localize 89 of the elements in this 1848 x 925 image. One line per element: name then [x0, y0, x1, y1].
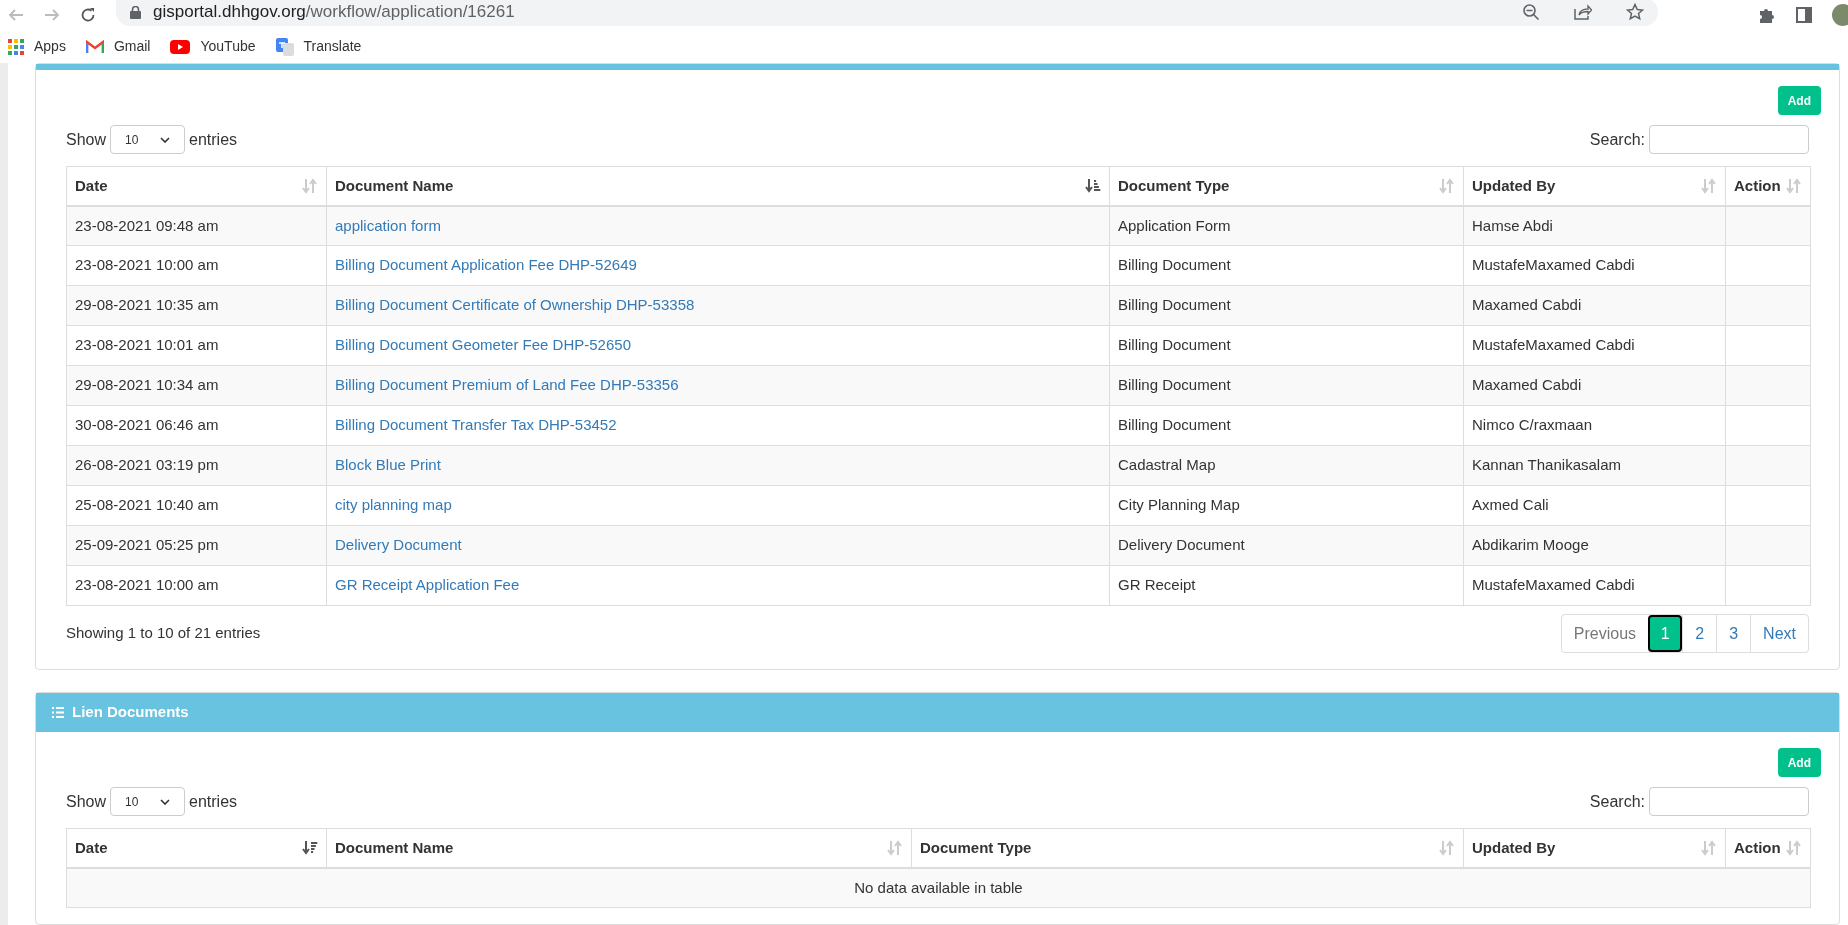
column-header[interactable]: Date: [66, 166, 327, 206]
table-cell: Abdikarim Mooge: [1463, 525, 1726, 566]
document-link[interactable]: GR Receipt Application Fee: [335, 576, 520, 594]
mail-icon: [85, 39, 104, 54]
document-link[interactable]: Billing Document Transfer Tax DHP-53452: [335, 416, 617, 434]
table-cell: MustafeMaxamed Cabdi: [1463, 325, 1726, 366]
share-icon[interactable]: [1574, 4, 1592, 21]
table-info: Showing 1 to 10 of 21 entries: [66, 623, 261, 644]
column-header[interactable]: Action: [1725, 828, 1811, 868]
column-header[interactable]: Document Name: [326, 166, 1110, 206]
reload-icon[interactable]: [80, 7, 96, 24]
column-header[interactable]: Updated By: [1463, 828, 1726, 868]
list-icon: [52, 707, 64, 718]
page-button[interactable]: 2: [1682, 615, 1717, 652]
table-cell: City Planning Map: [1109, 485, 1464, 526]
column-header[interactable]: Document Name: [326, 828, 912, 868]
show-label: Show: [66, 129, 107, 150]
document-link[interactable]: application form: [335, 216, 441, 234]
bookmark-item[interactable]: Gmail: [85, 36, 151, 58]
table-cell: Cadastral Map: [1109, 445, 1464, 486]
table-cell: Billing Document: [1109, 325, 1464, 366]
table-cell: Maxamed Cabdi: [1463, 365, 1726, 406]
entries-select[interactable]: 10: [110, 787, 186, 816]
table-cell: MustafeMaxamed Cabdi: [1463, 565, 1726, 606]
table-cell: MustafeMaxamed Cabdi: [1463, 245, 1726, 286]
table-cell: 23-08-2021 09:48 am: [66, 205, 327, 246]
table-cell: 29-08-2021 10:35 am: [66, 285, 327, 326]
bookmark-item[interactable]: YouTube: [170, 36, 256, 58]
sort-icon[interactable]: [302, 839, 318, 856]
table-cell: Nimco C/raxmaan: [1463, 405, 1726, 446]
document-link[interactable]: Delivery Document: [335, 536, 462, 554]
table-cell: 23-08-2021 10:00 am: [66, 245, 327, 286]
lock-icon: [130, 5, 141, 19]
entries-select[interactable]: 10: [110, 125, 186, 154]
bookmark-item[interactable]: Translate: [275, 36, 362, 58]
grid-icon: [8, 38, 24, 55]
document-link[interactable]: Billing Document Application Fee DHP-52649: [335, 256, 637, 274]
table-cell: Billing Document: [1109, 285, 1464, 326]
translate-icon: [275, 37, 294, 56]
table-cell: Billing Document: [1109, 245, 1464, 286]
next-button[interactable]: Next: [1750, 615, 1808, 652]
table-cell: 25-08-2021 10:40 am: [66, 485, 327, 526]
table-cell: Maxamed Cabdi: [1463, 285, 1726, 326]
chevron-down-icon: [160, 798, 171, 805]
table-cell: 25-09-2021 05:25 pm: [66, 525, 327, 566]
column-header[interactable]: Date: [66, 828, 327, 868]
zoom-out-icon[interactable]: [1522, 3, 1540, 22]
column-header[interactable]: Updated By: [1463, 166, 1726, 206]
entries-label: entries: [189, 791, 238, 812]
document-link[interactable]: Billing Document Premium of Land Fee DHP-53356: [335, 376, 679, 394]
table-cell: Application Form: [1109, 205, 1464, 246]
url-text: gisportal.dhhgov.org/workflow/application/16261: [153, 1, 515, 24]
profile-avatar[interactable]: [1832, 4, 1848, 27]
table-cell: 30-08-2021 06:46 am: [66, 405, 327, 446]
column-header[interactable]: Action: [1725, 166, 1811, 206]
entries-label: entries: [189, 129, 238, 150]
page-button[interactable]: 3: [1716, 615, 1751, 652]
puzzle-icon[interactable]: [1758, 6, 1776, 25]
table-cell: Billing Document: [1109, 365, 1464, 406]
play-icon: [170, 39, 191, 54]
table-cell: Billing Document: [1109, 405, 1464, 446]
search-label: Search:: [1589, 791, 1645, 812]
table-cell: 23-08-2021 10:00 am: [66, 565, 327, 606]
column-header[interactable]: Document Type: [911, 828, 1464, 868]
show-label: Show: [66, 791, 107, 812]
document-link[interactable]: Block Blue Print: [335, 456, 441, 474]
star-icon[interactable]: [1626, 3, 1644, 22]
table-cell: Hamse Abdi: [1463, 205, 1726, 246]
table-cell: Axmed Cali: [1463, 485, 1726, 526]
address-bar[interactable]: gisportal.dhhgov.org/workflow/application/16261: [116, 0, 1658, 27]
column-header[interactable]: Document Type: [1109, 166, 1464, 206]
bookmark-item[interactable]: Apps: [8, 36, 66, 58]
table-cell: GR Receipt: [1109, 565, 1464, 606]
search-label: Search:: [1589, 129, 1645, 150]
document-link[interactable]: Billing Document Certificate of Ownership DHP-53358: [335, 296, 695, 314]
search-field[interactable]: [1649, 125, 1809, 154]
panel-title: Lien Documents: [72, 702, 189, 723]
table-cell: 23-08-2021 10:01 am: [66, 325, 327, 366]
empty-table-message: No data available in table: [66, 867, 1811, 908]
document-link[interactable]: city planning map: [335, 496, 452, 514]
table-cell: Delivery Document: [1109, 525, 1464, 566]
chevron-down-icon: [160, 136, 171, 143]
table-cell: 26-08-2021 03:19 pm: [66, 445, 327, 486]
sort-icon[interactable]: [1085, 177, 1101, 194]
search-field[interactable]: [1649, 787, 1809, 816]
table-cell: Kannan Thanikasalam: [1463, 445, 1726, 486]
table-cell: 29-08-2021 10:34 am: [66, 365, 327, 406]
side-panel-icon[interactable]: [1796, 7, 1812, 24]
document-link[interactable]: Billing Document Geometer Fee DHP-52650: [335, 336, 631, 354]
